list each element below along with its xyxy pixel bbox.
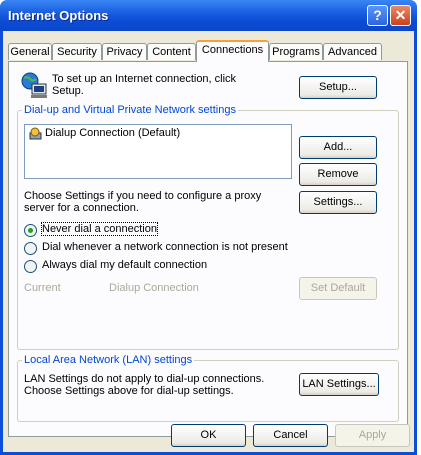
- radio-never-dial-label[interactable]: Never dial a connection: [41, 222, 158, 236]
- lan-settings-button[interactable]: LAN Settings...: [299, 373, 379, 396]
- window-title: Internet Options: [8, 8, 109, 23]
- help-button[interactable]: ?: [367, 5, 388, 26]
- setup-text-line1: To set up an Internet connection, click: [52, 73, 237, 85]
- proxy-text-line1: Choose Settings if you need to configure…: [24, 190, 262, 202]
- set-default-button[interactable]: Set Default: [299, 277, 377, 300]
- tab-privacy[interactable]: Privacy: [102, 43, 147, 60]
- remove-button[interactable]: Remove: [299, 163, 377, 186]
- add-button[interactable]: Add...: [299, 136, 377, 159]
- tab-security[interactable]: Security: [52, 43, 102, 60]
- radio-always-dial-label[interactable]: Always dial my default connection: [42, 259, 207, 271]
- radio-dial-whenever-label[interactable]: Dial whenever a network connection is no…: [42, 241, 288, 253]
- close-icon: ✕: [394, 7, 407, 23]
- dialup-vpn-legend: Dial-up and Virtual Private Network sett…: [22, 104, 238, 116]
- dialup-connection-label: Dialup Connection (Default): [45, 127, 181, 139]
- internet-options-window: Internet Options ? ✕ General Security Pr…: [0, 0, 417, 455]
- lan-text-line2: Choose Settings above for dial-up settin…: [24, 385, 234, 397]
- help-icon: ?: [373, 7, 382, 23]
- ok-button[interactable]: OK: [171, 424, 246, 447]
- settings-button[interactable]: Settings...: [299, 191, 377, 214]
- setup-button[interactable]: Setup...: [299, 76, 377, 99]
- connections-list[interactable]: Dialup Connection (Default): [24, 124, 292, 179]
- lan-text-line1: LAN Settings do not apply to dial-up con…: [24, 373, 265, 385]
- cancel-button[interactable]: Cancel: [253, 424, 328, 447]
- radio-always-dial[interactable]: [24, 260, 37, 273]
- apply-button[interactable]: Apply: [335, 424, 410, 447]
- connections-panel: To set up an Internet connection, click …: [8, 61, 408, 437]
- current-label: Current: [24, 282, 61, 294]
- tab-connections[interactable]: Connections: [196, 40, 269, 62]
- internet-connection-icon: [21, 72, 47, 98]
- dialog-client-area: General Security Privacy Content Connect…: [3, 31, 414, 452]
- radio-dial-whenever[interactable]: [24, 242, 37, 255]
- tab-programs[interactable]: Programs: [269, 43, 323, 60]
- lan-settings-legend: Local Area Network (LAN) settings: [22, 354, 195, 366]
- tab-advanced[interactable]: Advanced: [323, 43, 382, 60]
- close-button[interactable]: ✕: [390, 5, 411, 26]
- radio-never-dial[interactable]: [24, 224, 37, 237]
- current-value: Dialup Connection: [109, 282, 199, 294]
- title-bar[interactable]: Internet Options ? ✕: [0, 0, 417, 31]
- setup-text-line2: Setup.: [52, 85, 84, 97]
- proxy-text-line2: server for a connection.: [24, 202, 139, 214]
- tab-general[interactable]: General: [8, 43, 52, 60]
- dialup-connection-icon: [29, 127, 42, 140]
- tab-content[interactable]: Content: [147, 43, 196, 60]
